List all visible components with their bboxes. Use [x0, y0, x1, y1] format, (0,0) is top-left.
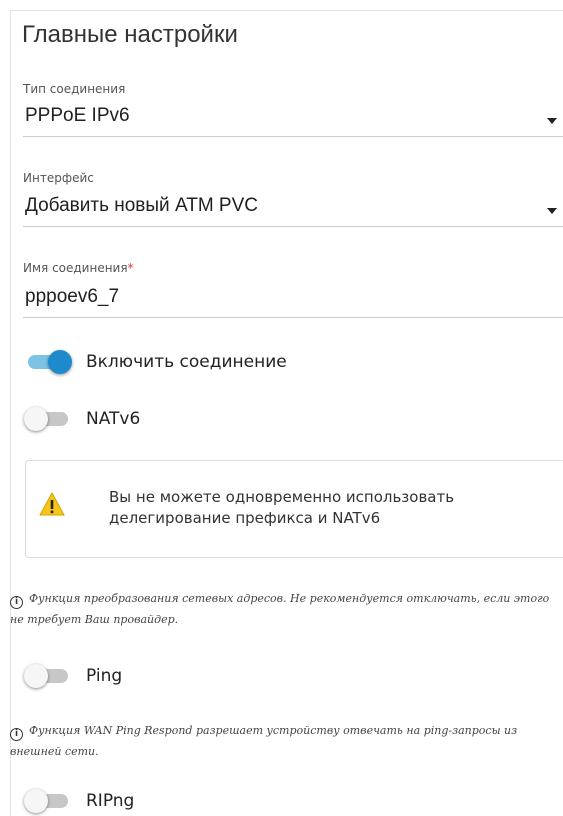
section-title: Главные настройки: [22, 21, 238, 48]
toggle-knob: [24, 407, 48, 431]
required-mark: *: [127, 261, 134, 275]
enable-connection-row: Включить соединение: [24, 347, 287, 377]
natv6-toggle[interactable]: [24, 405, 72, 433]
nat-hint-text: Функция преобразования сетевых адресов. …: [10, 592, 550, 626]
ping-row: Ping: [24, 661, 122, 691]
ping-label: Ping: [86, 666, 123, 686]
warning-box: Вы не можете одновременно использовать д…: [25, 460, 563, 558]
natv6-row: NATv6: [24, 404, 140, 434]
connection-name-label: Имя соединения*: [23, 261, 134, 275]
info-icon: i: [10, 596, 23, 609]
connection-type-label: Тип соединения: [23, 82, 126, 96]
natv6-label: NATv6: [86, 409, 141, 429]
toggle-knob: [48, 350, 72, 374]
connection-name-input[interactable]: pppoev6_7: [23, 284, 563, 318]
ripng-toggle[interactable]: [24, 787, 72, 815]
connection-name-value: pppoev6_7: [25, 286, 120, 307]
interface-value: Добавить новый ATM PVC: [25, 195, 258, 216]
connection-name-label-text: Имя соединения: [23, 261, 128, 275]
enable-connection-toggle[interactable]: [24, 348, 72, 376]
ping-hint: i Функция WAN Ping Respond разрешает устр…: [10, 720, 560, 762]
enable-connection-label: Включить соединение: [86, 352, 287, 372]
ping-toggle[interactable]: [24, 662, 72, 690]
toggle-knob: [24, 664, 48, 688]
connection-type-value: PPPoE IPv6: [25, 105, 130, 126]
chevron-down-icon: [547, 208, 557, 214]
warning-icon: [39, 492, 65, 516]
toggle-knob: [24, 789, 48, 813]
warning-text: Вы не можете одновременно использовать д…: [109, 488, 455, 527]
ripng-label: RIPng: [86, 791, 135, 811]
chevron-down-icon: [547, 118, 557, 124]
connection-type-select[interactable]: PPPoE IPv6: [23, 103, 563, 137]
nat-hint: i Функция преобразования сетевых адресов.…: [10, 588, 560, 630]
interface-select[interactable]: Добавить новый ATM PVC: [23, 193, 563, 227]
ping-hint-text: Функция WAN Ping Respond разрешает устро…: [10, 724, 518, 758]
info-icon: i: [10, 728, 23, 741]
interface-label: Интерфейс: [23, 171, 94, 185]
ripng-row: RIPng: [24, 786, 134, 816]
